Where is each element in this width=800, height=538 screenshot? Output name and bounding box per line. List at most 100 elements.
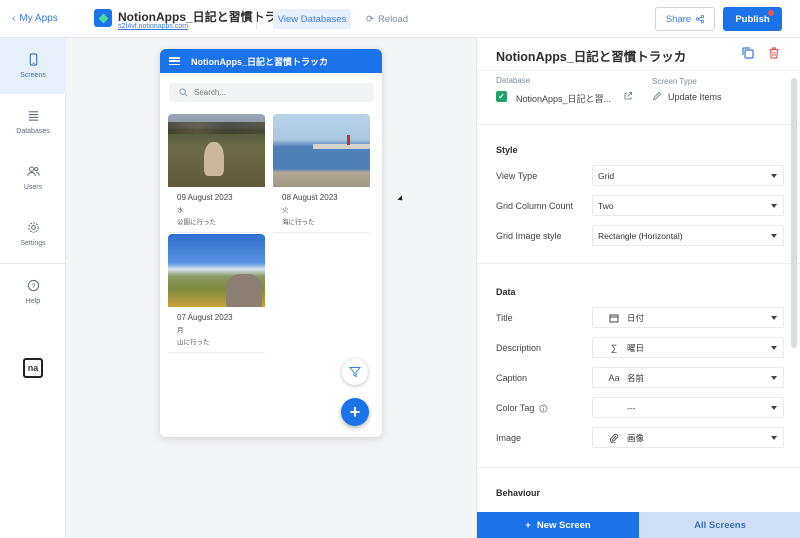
sidebar-item-label: Databases: [16, 128, 50, 135]
select-value: 日付: [627, 312, 645, 323]
caret-down-icon: [771, 204, 777, 208]
svg-text:?: ?: [31, 283, 35, 290]
help-icon: ?: [27, 279, 39, 292]
phone-preview: NotionApps_日記と習慣トラッカ 09 August 2023 水 公園…: [160, 49, 382, 437]
caption-field-select[interactable]: Aa 名前: [592, 367, 784, 388]
card-description: 月: [177, 327, 184, 334]
select-value: 画像: [627, 432, 645, 443]
caret-down-icon: [771, 436, 777, 440]
reload-icon: ⟳: [366, 13, 374, 25]
card-title: 09 August 2023: [177, 193, 233, 202]
image-field-select[interactable]: 画像: [592, 427, 784, 448]
sidebar-item-users[interactable]: Users: [0, 150, 66, 206]
properties-panel: NotionApps_日記と習慣トラッカ Database Screen Typ…: [476, 38, 800, 538]
grid-image-style-select[interactable]: Rectangle (Horizontal): [592, 225, 784, 246]
duplicate-icon[interactable]: [741, 46, 755, 60]
back-link-label: My Apps: [19, 13, 58, 24]
sidebar-item-label: Screens: [20, 72, 46, 79]
card-caption: 公園に行った: [177, 219, 216, 226]
sidebar-item-label: Users: [23, 184, 43, 191]
caret-down-icon: [771, 406, 777, 410]
select-value: Two: [598, 200, 614, 211]
bottom-bar: + New Screen All Screens: [477, 512, 800, 538]
plus-icon: +: [525, 519, 531, 531]
caption-label: Caption: [496, 373, 528, 383]
menu-icon[interactable]: [169, 57, 180, 65]
top-bar: ‹ My Apps NotionApps_日記と習慣トラ... s2f4vf.n…: [0, 0, 800, 38]
reload-label: Reload: [377, 13, 409, 25]
phone-search-bar[interactable]: [169, 83, 374, 102]
card-description: 水: [177, 207, 184, 214]
view-databases-button[interactable]: View Databases: [273, 9, 351, 29]
caret-down-icon: [771, 174, 777, 178]
color-tag-label: Color Tag: [496, 403, 548, 413]
select-value: Grid: [598, 170, 615, 181]
caret-down-icon: [771, 316, 777, 320]
caret-down-icon: [771, 376, 777, 380]
sidebar-item-help[interactable]: ? Help: [0, 264, 66, 320]
card-title: 07 August 2023: [177, 313, 233, 322]
grid-column-count-label: Grid Column Count: [496, 201, 574, 211]
back-to-apps-link[interactable]: ‹ My Apps: [12, 13, 58, 24]
divider: [256, 10, 257, 30]
phone-header: NotionApps_日記と習慣トラッカ: [160, 49, 382, 73]
info-icon[interactable]: [539, 403, 548, 413]
text-icon: Aa: [608, 372, 620, 383]
screen-title: NotionApps_日記と習慣トラッカ: [496, 50, 687, 64]
list-icon: [28, 111, 38, 121]
share-label: Share: [665, 13, 692, 25]
select-value: 名前: [627, 372, 645, 383]
grid-image-style-label: Grid Image style: [496, 231, 562, 241]
external-link-icon[interactable]: [623, 91, 633, 101]
reload-button[interactable]: ⟳ Reload: [366, 9, 408, 29]
left-sidebar: Screens Databases Users Settings ? Help …: [0, 38, 66, 538]
sidebar-item-screens[interactable]: Screens: [0, 38, 66, 94]
card-image: [273, 114, 370, 187]
database-label: Database: [496, 76, 531, 85]
phone-search-input[interactable]: [194, 88, 354, 97]
paperclip-icon: [607, 433, 621, 443]
new-screen-button[interactable]: + New Screen: [477, 512, 639, 538]
database-name: NotionApps_日記と習...: [516, 94, 612, 104]
pencil-icon: [652, 91, 662, 101]
app-icon: [94, 9, 112, 27]
color-tag-select[interactable]: ---: [592, 397, 784, 418]
all-screens-button[interactable]: All Screens: [639, 512, 800, 538]
sigma-icon: ∑: [610, 342, 618, 353]
sidebar-item-label: Settings: [20, 240, 46, 247]
card-title: 08 August 2023: [282, 193, 338, 202]
card-caption: 海に行った: [282, 219, 315, 226]
data-heading: Data: [496, 287, 516, 297]
filter-button[interactable]: [342, 359, 368, 385]
grid-card[interactable]: 08 August 2023 火 海に行った: [273, 114, 370, 233]
screen-type-label: Screen Type: [652, 77, 697, 86]
select-value: 曜日: [627, 342, 645, 353]
notification-dot: [768, 10, 774, 16]
view-type-label: View Type: [496, 171, 538, 181]
view-type-select[interactable]: Grid: [592, 165, 784, 186]
grid-card[interactable]: 07 August 2023 月 山に行った: [168, 234, 265, 353]
style-heading: Style: [496, 145, 518, 155]
calendar-icon: [607, 313, 621, 323]
share-button[interactable]: Share: [655, 7, 715, 31]
phone-icon: [29, 53, 37, 66]
description-label: Description: [496, 343, 542, 353]
add-item-button[interactable]: +: [341, 398, 369, 426]
share-icon: [696, 15, 705, 23]
trash-icon[interactable]: [767, 46, 781, 60]
behaviour-heading: Behaviour: [496, 488, 541, 498]
grid-card[interactable]: 09 August 2023 水 公園に行った: [168, 114, 265, 233]
screen-type-value: Update Items: [668, 92, 722, 102]
users-icon: [26, 166, 40, 177]
card-caption: 山に行った: [177, 339, 210, 346]
description-field-select[interactable]: ∑ 曜日: [592, 337, 784, 358]
title-label: Title: [496, 313, 513, 323]
card-image: [168, 234, 265, 307]
phone-title: NotionApps_日記と習慣トラッカ: [191, 56, 328, 67]
title-field-select[interactable]: 日付: [592, 307, 784, 328]
sidebar-item-databases[interactable]: Databases: [0, 94, 66, 150]
grid-column-count-select[interactable]: Two: [592, 195, 784, 216]
panel-scrollbar[interactable]: [791, 78, 797, 348]
sidebar-item-settings[interactable]: Settings: [0, 206, 66, 262]
app-url-link[interactable]: s2f4vf.notionapps.com: [118, 23, 188, 30]
